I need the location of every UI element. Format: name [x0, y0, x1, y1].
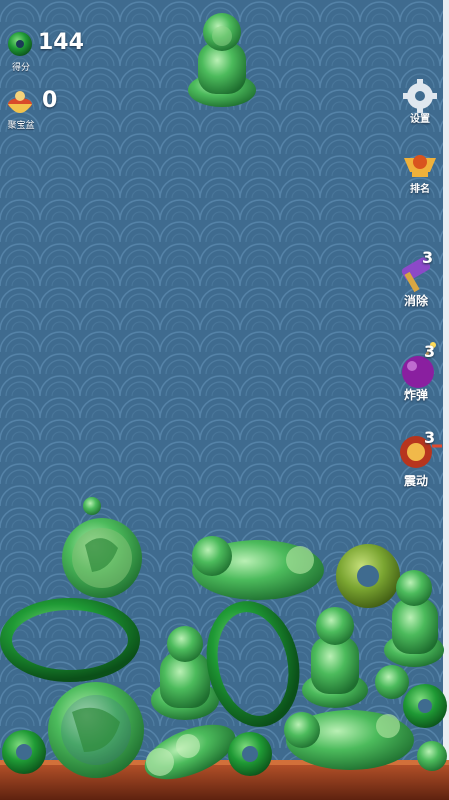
remove-button[interactable]: 3 消除: [388, 248, 444, 310]
rank-label: 排名: [410, 184, 430, 195]
jade-donut[interactable]: [403, 684, 447, 728]
settings-button[interactable]: 设置: [392, 80, 448, 128]
game-board: [0, 0, 449, 800]
score-value: 144: [38, 30, 84, 55]
score-label: 得分: [11, 63, 30, 73]
jade-donut[interactable]: [228, 732, 272, 776]
remove-label: 消除: [403, 294, 428, 308]
treasure-label: 聚宝盆: [7, 121, 35, 131]
bomb-count: 3: [424, 342, 436, 361]
bomb-label: 炸弹: [403, 388, 428, 402]
jade-dragon-pendant-ring[interactable]: [48, 682, 144, 778]
shake-label: 震动: [403, 474, 428, 488]
remove-count: 3: [422, 248, 434, 267]
jade-score-icon: [8, 32, 32, 56]
settings-label: 设置: [410, 114, 430, 125]
jade-bead[interactable]: [375, 665, 409, 699]
jade-bead[interactable]: [417, 741, 447, 771]
jade-donut[interactable]: [2, 730, 46, 774]
jade-donut-olive[interactable]: [336, 544, 400, 608]
shake-button[interactable]: 3 震动: [388, 428, 444, 490]
rank-button[interactable]: 排名: [392, 152, 448, 198]
treasure-value: 0: [42, 88, 58, 113]
shake-count: 3: [424, 428, 436, 447]
bomb-button[interactable]: 3 炸弹: [388, 342, 444, 404]
